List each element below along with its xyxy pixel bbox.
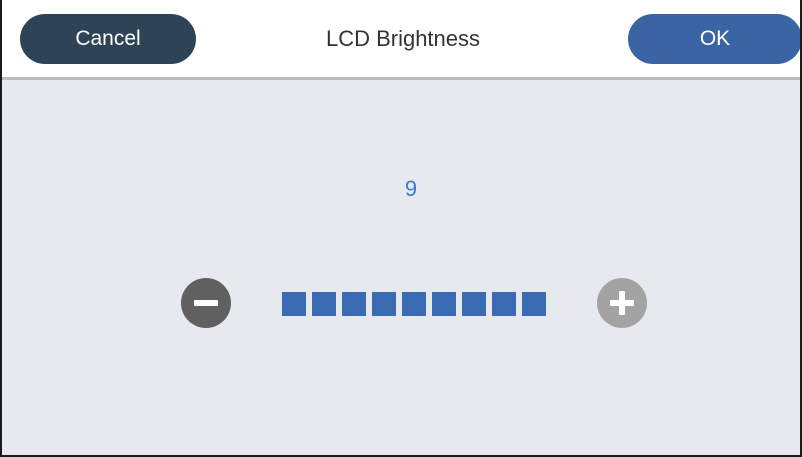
brightness-panel: 9 [2, 80, 800, 455]
brightness-level-segment [432, 292, 456, 316]
decrease-brightness-button[interactable] [181, 278, 231, 328]
increase-brightness-button[interactable] [597, 278, 647, 328]
brightness-level-segment [282, 292, 306, 316]
brightness-level-segment [312, 292, 336, 316]
brightness-level-segment [372, 292, 396, 316]
brightness-level-segment [492, 292, 516, 316]
ok-button[interactable]: OK [628, 14, 800, 64]
brightness-value: 9 [404, 176, 418, 201]
brightness-level-bar [282, 292, 552, 316]
minus-icon [194, 300, 218, 306]
lcd-brightness-screen: Cancel LCD Brightness OK 9 [0, 0, 802, 457]
brightness-level-segment [402, 292, 426, 316]
brightness-level-segment [342, 292, 366, 316]
header-bar: Cancel LCD Brightness OK [2, 0, 800, 80]
plus-icon [610, 291, 634, 315]
cancel-button[interactable]: Cancel [20, 14, 196, 64]
brightness-level-segment [462, 292, 486, 316]
brightness-level-segment [522, 292, 546, 316]
